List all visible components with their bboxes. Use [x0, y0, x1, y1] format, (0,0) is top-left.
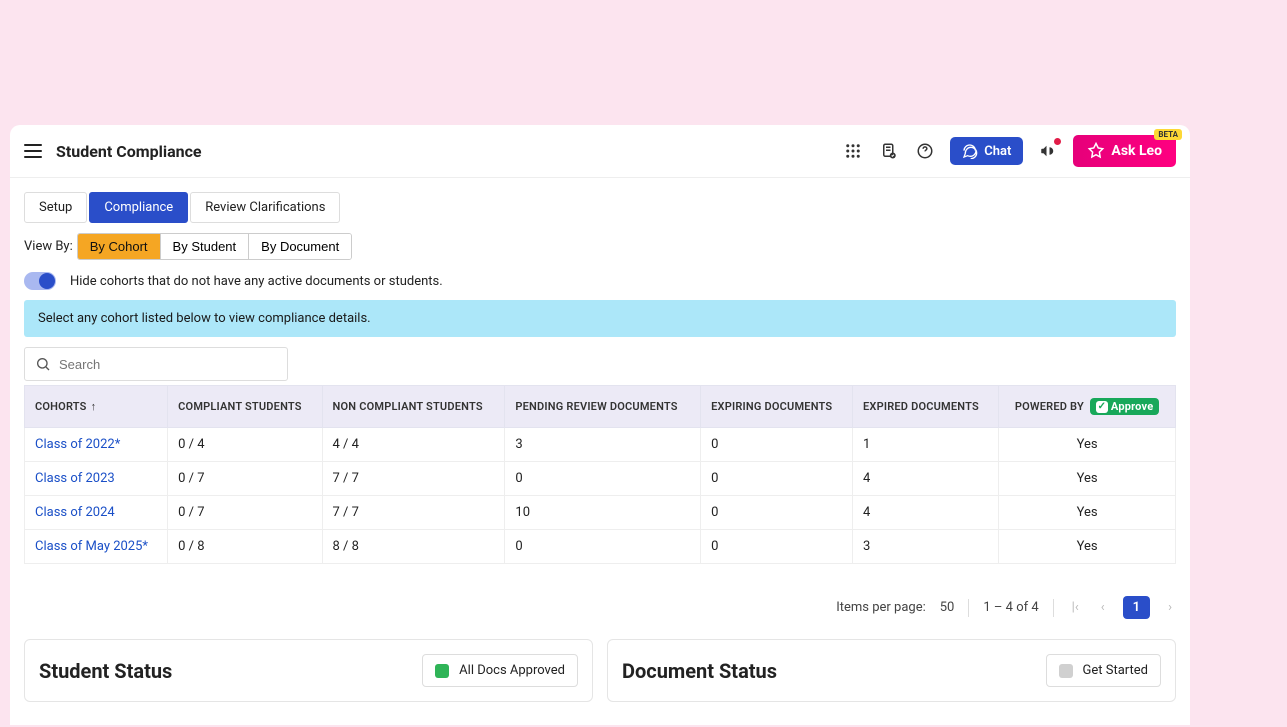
col-powered: POWERED BY Approve: [999, 386, 1176, 428]
items-per-page-value[interactable]: 50: [940, 600, 955, 615]
menu-icon[interactable]: [24, 144, 42, 158]
document-legend-label: Get Started: [1083, 663, 1148, 678]
compliance-table: COHORTS↑ COMPLIANT STUDENTS NON COMPLIAN…: [24, 385, 1176, 564]
table-row: Class of May 2025* 0 / 8 8 / 8 0 0 3 Yes: [25, 530, 1176, 564]
next-page-icon[interactable]: ›: [1164, 598, 1176, 617]
viewby-document[interactable]: By Document: [249, 234, 351, 259]
cell-noncompliant: 8 / 8: [322, 530, 505, 564]
cell-pending: 10: [505, 496, 701, 530]
cell-compliant: 0 / 8: [168, 530, 322, 564]
page-title: Student Compliance: [56, 142, 842, 161]
cell-noncompliant: 4 / 4: [322, 428, 505, 462]
ask-leo-label: Ask Leo: [1111, 143, 1162, 159]
document-status-panel: Document Status Get Started: [607, 639, 1176, 702]
beta-badge: BETA: [1154, 129, 1182, 140]
cell-expiring: 0: [701, 496, 853, 530]
chat-label: Chat: [984, 144, 1011, 159]
cell-expiring: 0: [701, 530, 853, 564]
app-frame: Student Compliance Chat: [10, 125, 1190, 725]
first-page-icon[interactable]: |‹: [1068, 598, 1083, 617]
col-compliant[interactable]: COMPLIANT STUDENTS: [168, 386, 322, 428]
search-box: [24, 347, 288, 381]
cell-noncompliant: 7 / 7: [322, 462, 505, 496]
document-check-icon[interactable]: [878, 140, 900, 162]
col-noncompliant[interactable]: NON COMPLIANT STUDENTS: [322, 386, 505, 428]
cohort-link[interactable]: Class of 2024: [35, 505, 115, 520]
topbar: Student Compliance Chat: [10, 125, 1190, 178]
hide-cohorts-toggle[interactable]: [24, 272, 56, 290]
col-cohorts[interactable]: COHORTS↑: [25, 386, 168, 428]
table-row: Class of 2024 0 / 7 7 / 7 10 0 4 Yes: [25, 496, 1176, 530]
legend-swatch-green: [435, 664, 449, 678]
cell-expired: 1: [853, 428, 999, 462]
pagination-range: 1 – 4 of 4: [983, 600, 1038, 615]
student-legend-label: All Docs Approved: [459, 663, 565, 678]
help-icon[interactable]: [914, 140, 936, 162]
items-per-page-label: Items per page:: [836, 600, 926, 615]
cell-expired: 4: [853, 496, 999, 530]
cohort-link[interactable]: Class of May 2025*: [35, 539, 148, 554]
tab-compliance[interactable]: Compliance: [89, 192, 188, 223]
cell-expiring: 0: [701, 428, 853, 462]
legend-swatch-grey: [1059, 664, 1073, 678]
cell-expired: 4: [853, 462, 999, 496]
search-icon: [35, 356, 51, 372]
cell-compliant: 0 / 7: [168, 462, 322, 496]
student-status-panel: Student Status All Docs Approved: [24, 639, 593, 702]
tabs: Setup Compliance Review Clarifications: [10, 178, 1190, 229]
table-row: Class of 2023 0 / 7 7 / 7 0 0 4 Yes: [25, 462, 1176, 496]
cell-powered: Yes: [999, 428, 1176, 462]
cell-expiring: 0: [701, 462, 853, 496]
sort-asc-icon: ↑: [91, 400, 97, 413]
hide-cohorts-row: Hide cohorts that do not have any active…: [10, 268, 1190, 300]
table-row: Class of 2022* 0 / 4 4 / 4 3 0 1 Yes: [25, 428, 1176, 462]
cohort-link[interactable]: Class of 2022*: [35, 437, 120, 452]
cell-powered: Yes: [999, 496, 1176, 530]
viewby-row: View By: By Cohort By Student By Documen…: [10, 229, 1190, 268]
viewby-label: View By:: [24, 239, 73, 254]
info-banner: Select any cohort listed below to view c…: [24, 300, 1176, 337]
student-status-title: Student Status: [39, 659, 172, 683]
cell-pending: 3: [505, 428, 701, 462]
viewby-student[interactable]: By Student: [161, 234, 250, 259]
apps-grid-icon[interactable]: [842, 140, 864, 162]
search-input[interactable]: [59, 357, 277, 372]
announcements-icon[interactable]: [1037, 140, 1059, 162]
hide-cohorts-label: Hide cohorts that do not have any active…: [70, 274, 443, 289]
col-pending[interactable]: PENDING REVIEW DOCUMENTS: [505, 386, 701, 428]
cell-powered: Yes: [999, 462, 1176, 496]
tab-review-clarifications[interactable]: Review Clarifications: [190, 192, 340, 223]
chat-button[interactable]: Chat: [950, 137, 1023, 165]
cell-compliant: 0 / 4: [168, 428, 322, 462]
cell-compliant: 0 / 7: [168, 496, 322, 530]
cohort-link[interactable]: Class of 2023: [35, 471, 115, 486]
cell-pending: 0: [505, 462, 701, 496]
approve-badge: Approve: [1090, 398, 1159, 415]
tab-setup[interactable]: Setup: [24, 192, 87, 223]
prev-page-icon[interactable]: ‹: [1097, 598, 1109, 617]
cell-expired: 3: [853, 530, 999, 564]
cell-powered: Yes: [999, 530, 1176, 564]
page-number[interactable]: 1: [1123, 596, 1150, 619]
col-expiring[interactable]: EXPIRING DOCUMENTS: [701, 386, 853, 428]
document-status-legend[interactable]: Get Started: [1046, 654, 1161, 687]
document-status-title: Document Status: [622, 659, 777, 683]
col-expired[interactable]: EXPIRED DOCUMENTS: [853, 386, 999, 428]
cell-pending: 0: [505, 530, 701, 564]
viewby-cohort[interactable]: By Cohort: [78, 234, 161, 259]
pagination: Items per page: 50 1 – 4 of 4 |‹ ‹ 1 ›: [10, 564, 1190, 633]
cell-noncompliant: 7 / 7: [322, 496, 505, 530]
student-status-legend[interactable]: All Docs Approved: [422, 654, 578, 687]
